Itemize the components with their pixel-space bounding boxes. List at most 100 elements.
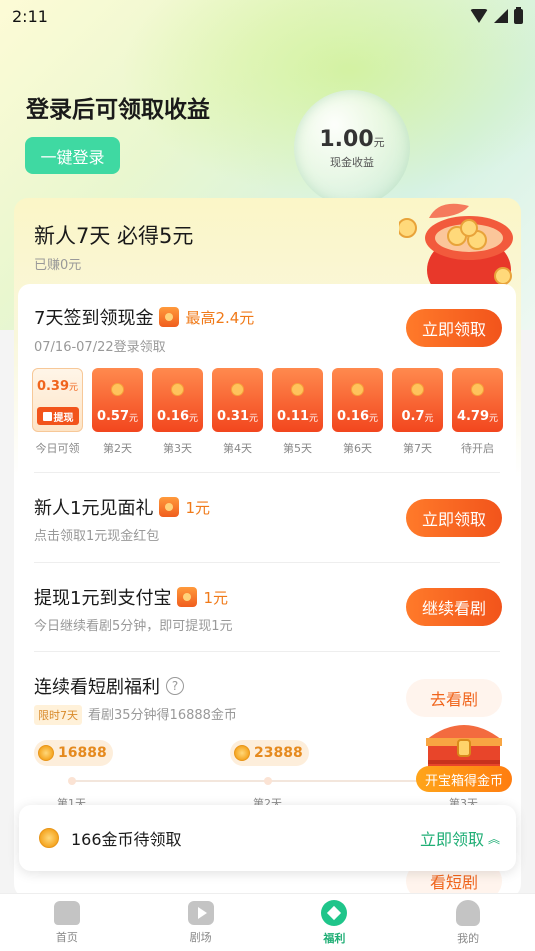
milestone-coins: 16888 [34, 740, 113, 766]
day-amount-value: 0.31 [216, 409, 250, 424]
day-amount-unit: 元 [369, 414, 379, 424]
signin-day[interactable]: 4.79 元 待开启 [452, 368, 503, 458]
red-envelope-pack: 0.57 元 [92, 368, 143, 432]
help-question-icon[interactable]: ? [166, 677, 184, 695]
signin-day[interactable]: 0.7 元 第7天 [392, 368, 443, 458]
red-envelope-pack: 0.16 元 [152, 368, 203, 432]
signin-day[interactable]: 0.16 元 第6天 [332, 368, 383, 458]
newbie-title: 新人7天 必得5元 [34, 224, 194, 248]
red-envelope-icon [159, 307, 180, 327]
envelope-knob-icon [471, 383, 484, 396]
envelope-knob-icon [171, 383, 184, 396]
envelope-knob-icon [111, 383, 124, 396]
chevron-up-icon: ︽ [487, 831, 500, 846]
login-title: 登录后可领取收益 [26, 97, 210, 123]
status-time: 2:11 [12, 6, 48, 26]
day-amount-value: 0.16 [336, 409, 370, 424]
divider [34, 472, 500, 473]
tab-profile[interactable]: 我的 [401, 894, 535, 951]
alipay-task-reward: 1元 [203, 588, 228, 607]
gift-claim-button[interactable]: 立即领取 [406, 499, 502, 537]
signin-day[interactable]: 0.16 元 第3天 [152, 368, 203, 458]
day-amount-value: 0.39 [36, 379, 70, 394]
limited-time-tag: 限时7天 [34, 705, 82, 725]
tab-label: 剧场 [189, 930, 212, 944]
battery-icon [514, 6, 523, 24]
coin-icon [38, 745, 54, 761]
signin-day[interactable]: 0.39元 提现 今日可领 [32, 368, 83, 458]
signin-day-amount: 0.39元 [33, 379, 82, 394]
envelope-knob-icon [291, 383, 304, 396]
home-icon [53, 900, 80, 925]
day-amount-value: 0.16 [156, 409, 190, 424]
day-amount-unit: 元 [309, 414, 319, 424]
gift-task-title: 新人1元见面礼 1元 [34, 494, 210, 520]
drama-task-title-text: 连续看短剧福利 [34, 677, 160, 698]
wifi-icon [470, 9, 488, 23]
signin-day-label: 第3天 [163, 442, 192, 455]
tab-label: 福利 [323, 931, 346, 945]
status-icons [470, 6, 523, 24]
signin-task-reward: 最高2.4元 [185, 308, 255, 327]
theater-play-icon [187, 900, 214, 925]
envelope-knob-icon [411, 383, 424, 396]
tab-home[interactable]: 首页 [0, 894, 134, 951]
claim-now-link[interactable]: 立即领取 ︽ [420, 826, 500, 850]
drama-task-title: 连续看短剧福利 ? [34, 673, 184, 699]
red-envelope-pack: 0.16 元 [332, 368, 383, 432]
one-click-login-button[interactable]: 一键登录 [25, 137, 120, 174]
day-amount-unit: 元 [189, 414, 199, 424]
day-amount-value: 0.57 [96, 409, 130, 424]
day-amount-unit: 元 [489, 414, 499, 424]
envelope-knob-icon [351, 383, 364, 396]
day-amount-value: 4.79 [456, 409, 490, 424]
milestone-coins-value: 23888 [254, 745, 303, 761]
milestone-coins-value: 16888 [58, 745, 107, 761]
gift-task-title-text: 新人1元见面礼 [34, 498, 154, 519]
red-envelope-pack: 4.79 元 [452, 368, 503, 432]
alipay-task-title-text: 提现1元到支付宝 [34, 588, 172, 609]
divider [34, 651, 500, 652]
pending-coins-text: 166金币待领取 [71, 830, 182, 849]
gift-task-subtitle: 点击领取1元现金红包 [34, 529, 160, 544]
signin-days: 0.39元 提现 今日可领 0.57 元 第2天 0.16 元 第3天 0.31 元 … [32, 368, 510, 458]
signin-day-label: 第4天 [223, 442, 252, 455]
cash-amount-value: 1.00 [319, 126, 374, 152]
cash-amount: 1.00元 [319, 127, 384, 152]
red-envelope-icon [159, 497, 180, 517]
signin-task-subtitle: 07/16-07/22登录领取 [34, 340, 166, 355]
coin-icon [234, 745, 250, 761]
signin-task-title-text: 7天签到领现金 [34, 308, 154, 329]
tab-welfare[interactable]: 福利 [268, 894, 402, 951]
signin-day-label: 待开启 [461, 442, 494, 455]
status-bar: 2:11 [0, 0, 535, 32]
pending-coins-bar[interactable]: 166金币待领取 立即领取 ︽ [19, 805, 516, 871]
day-amount-value: 0.11 [276, 409, 310, 424]
alipay-icon [42, 411, 52, 421]
open-chest-label[interactable]: 开宝箱得金币 [416, 766, 512, 792]
newbie-earned: 已赚0元 [34, 258, 82, 273]
alipay-task-subtitle: 今日继续看剧5分钟，即可提现1元 [34, 619, 233, 634]
gift-task-reward: 1元 [185, 498, 210, 517]
milestone-dot [68, 777, 76, 785]
signin-claim-button[interactable]: 立即领取 [406, 309, 502, 347]
continue-watching-button[interactable]: 继续看剧 [406, 588, 502, 626]
tab-theater[interactable]: 剧场 [134, 894, 268, 951]
milestone-coins: 23888 [230, 740, 309, 766]
signin-day[interactable]: 0.31 元 第4天 [212, 368, 263, 458]
claim-now-label: 立即领取 [419, 830, 484, 849]
red-envelope-pack: 0.31 元 [212, 368, 263, 432]
profile-icon [456, 899, 481, 926]
red-envelope-pack: 0.7 元 [392, 368, 443, 432]
signin-day-label: 第6天 [343, 442, 372, 455]
bottom-tab-bar: 首页 剧场 福利 我的 [0, 893, 535, 951]
signin-day[interactable]: 0.11 元 第5天 [272, 368, 323, 458]
cash-label: 现金收益 [330, 155, 374, 169]
day-amount-unit: 元 [249, 414, 259, 424]
tab-label: 首页 [55, 930, 78, 944]
coin-icon [39, 828, 59, 848]
signin-day[interactable]: 0.57 元 第2天 [92, 368, 143, 458]
signin-day-label: 第5天 [283, 442, 312, 455]
red-envelope-pack: 0.11 元 [272, 368, 323, 432]
drama-task-subtitle: 限时7天 看剧35分钟得16888金币 [34, 704, 237, 725]
